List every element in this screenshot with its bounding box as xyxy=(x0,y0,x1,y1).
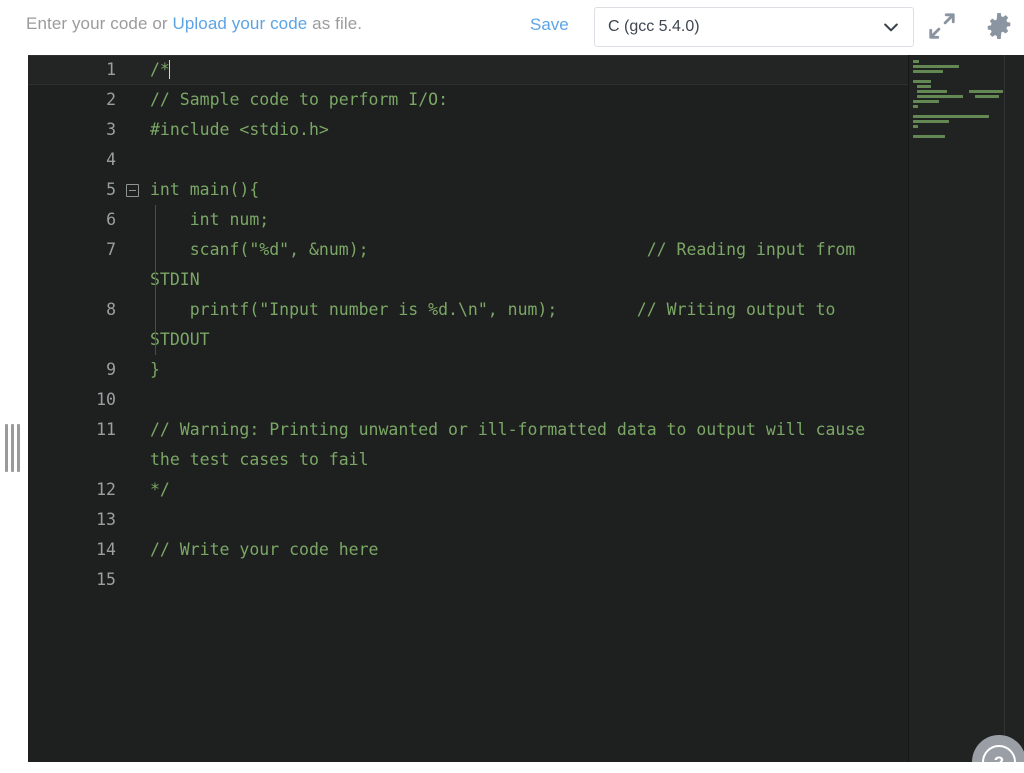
minimap-segment xyxy=(917,95,963,98)
code-line-text: // Sample code to perform I/O: xyxy=(150,90,449,109)
line-number: 3 xyxy=(106,120,116,139)
code-line[interactable]: 11 // Warning: Printing unwanted or ill-f… xyxy=(28,415,908,475)
minimap-segment xyxy=(913,125,918,128)
minimap-segment xyxy=(917,90,947,93)
code-line-text: /* xyxy=(150,60,170,79)
code-line[interactable]: 10 xyxy=(28,385,908,415)
line-number: 6 xyxy=(106,210,116,229)
line-number: 15 xyxy=(96,570,116,589)
save-button[interactable]: Save xyxy=(530,15,569,35)
minimap-segment xyxy=(975,95,999,98)
code-line[interactable]: 7 scanf("%d", &num); // Reading input fr… xyxy=(28,235,908,295)
language-select-value: C (gcc 5.4.0) xyxy=(608,18,700,35)
editor-toolbar: Enter your code or Upload your code as f… xyxy=(0,0,1024,54)
minimap-segment xyxy=(917,85,931,88)
line-number: 1 xyxy=(106,60,116,79)
code-content[interactable]: 1 /* 2 // Sample code to perform I/O: 3 #incl… xyxy=(28,55,908,762)
grip-bar xyxy=(11,424,14,472)
line-number: 7 xyxy=(106,240,116,259)
minimap-row xyxy=(913,139,1005,144)
code-line-text: scanf("%d", &num); // Reading input from… xyxy=(150,240,866,289)
code-line-text: // Warning: Printing unwanted or ill-for… xyxy=(150,420,876,469)
code-line-text: int main(){ xyxy=(150,180,260,199)
line-number: 2 xyxy=(106,90,116,109)
line-number: 9 xyxy=(106,360,116,379)
minimap-segment xyxy=(913,115,989,118)
code-line[interactable]: 3 #include <stdio.h> xyxy=(28,115,908,145)
upload-your-code-link[interactable]: Upload your code xyxy=(172,14,307,33)
language-select[interactable]: C (gcc 5.4.0) xyxy=(594,7,914,47)
question-mark-icon: ? xyxy=(982,745,1016,762)
line-number: 12 xyxy=(96,480,116,499)
minimap-lines xyxy=(913,59,1005,144)
code-line[interactable]: 12 */ xyxy=(28,475,908,505)
upload-prompt-prefix: Enter your code or xyxy=(26,14,173,33)
minimap-segment xyxy=(913,80,931,83)
minimap-segment xyxy=(969,90,1003,93)
code-line[interactable]: 14 // Write your code here xyxy=(28,535,908,565)
chevron-down-icon xyxy=(884,23,898,32)
code-line-text: // Write your code here xyxy=(150,540,379,559)
minimap-segment xyxy=(913,60,919,63)
code-minimap[interactable] xyxy=(909,55,1024,762)
line-number: 4 xyxy=(106,150,116,169)
text-cursor xyxy=(168,60,170,79)
code-line-text: #include <stdio.h> xyxy=(150,120,329,139)
minimap-segment xyxy=(913,135,945,138)
code-line[interactable]: 2 // Sample code to perform I/O: xyxy=(28,85,908,115)
upload-prompt-suffix: as file. xyxy=(307,14,363,33)
grip-bar xyxy=(17,424,20,472)
code-line[interactable]: 9} xyxy=(28,355,908,385)
line-number: 5 xyxy=(106,180,116,199)
minimap-segment xyxy=(913,105,918,108)
minimap-segment xyxy=(913,120,949,123)
code-line[interactable]: 5 int main(){ xyxy=(28,175,908,205)
expand-arrows-icon[interactable] xyxy=(927,11,957,41)
code-line[interactable]: 15 xyxy=(28,565,908,595)
minimap-segment xyxy=(913,100,939,103)
line-number: 13 xyxy=(96,510,116,529)
code-line-text: } xyxy=(150,360,160,379)
code-line-text: */ xyxy=(150,480,170,499)
line-number: 11 xyxy=(96,420,116,439)
code-line[interactable]: 13 xyxy=(28,505,908,535)
code-line[interactable]: 6 int num; xyxy=(28,205,908,235)
gear-icon[interactable] xyxy=(984,11,1014,41)
code-line[interactable]: 1 /* xyxy=(28,55,908,85)
code-line-text: printf("Input number is %d.\n", num); //… xyxy=(150,300,846,349)
minimap-segment xyxy=(913,65,959,68)
code-line[interactable]: 4 xyxy=(28,145,908,175)
code-editor[interactable]: 1 /* 2 // Sample code to perform I/O: 3 #incl… xyxy=(28,55,1024,762)
code-line[interactable]: 8 printf("Input number is %d.\n", num); … xyxy=(28,295,908,355)
upload-prompt: Enter your code or Upload your code as f… xyxy=(26,14,362,34)
active-line-highlight xyxy=(146,55,908,85)
fold-toggle-icon[interactable] xyxy=(126,184,139,197)
line-number: 8 xyxy=(106,300,116,319)
editor-resize-grip[interactable] xyxy=(5,424,20,472)
line-number: 14 xyxy=(96,540,116,559)
grip-bar xyxy=(5,424,8,472)
line-number: 10 xyxy=(96,390,116,409)
minimap-segment xyxy=(913,70,943,73)
minimap-slider-rule[interactable] xyxy=(1004,55,1005,762)
code-line-text: int num; xyxy=(150,210,270,229)
